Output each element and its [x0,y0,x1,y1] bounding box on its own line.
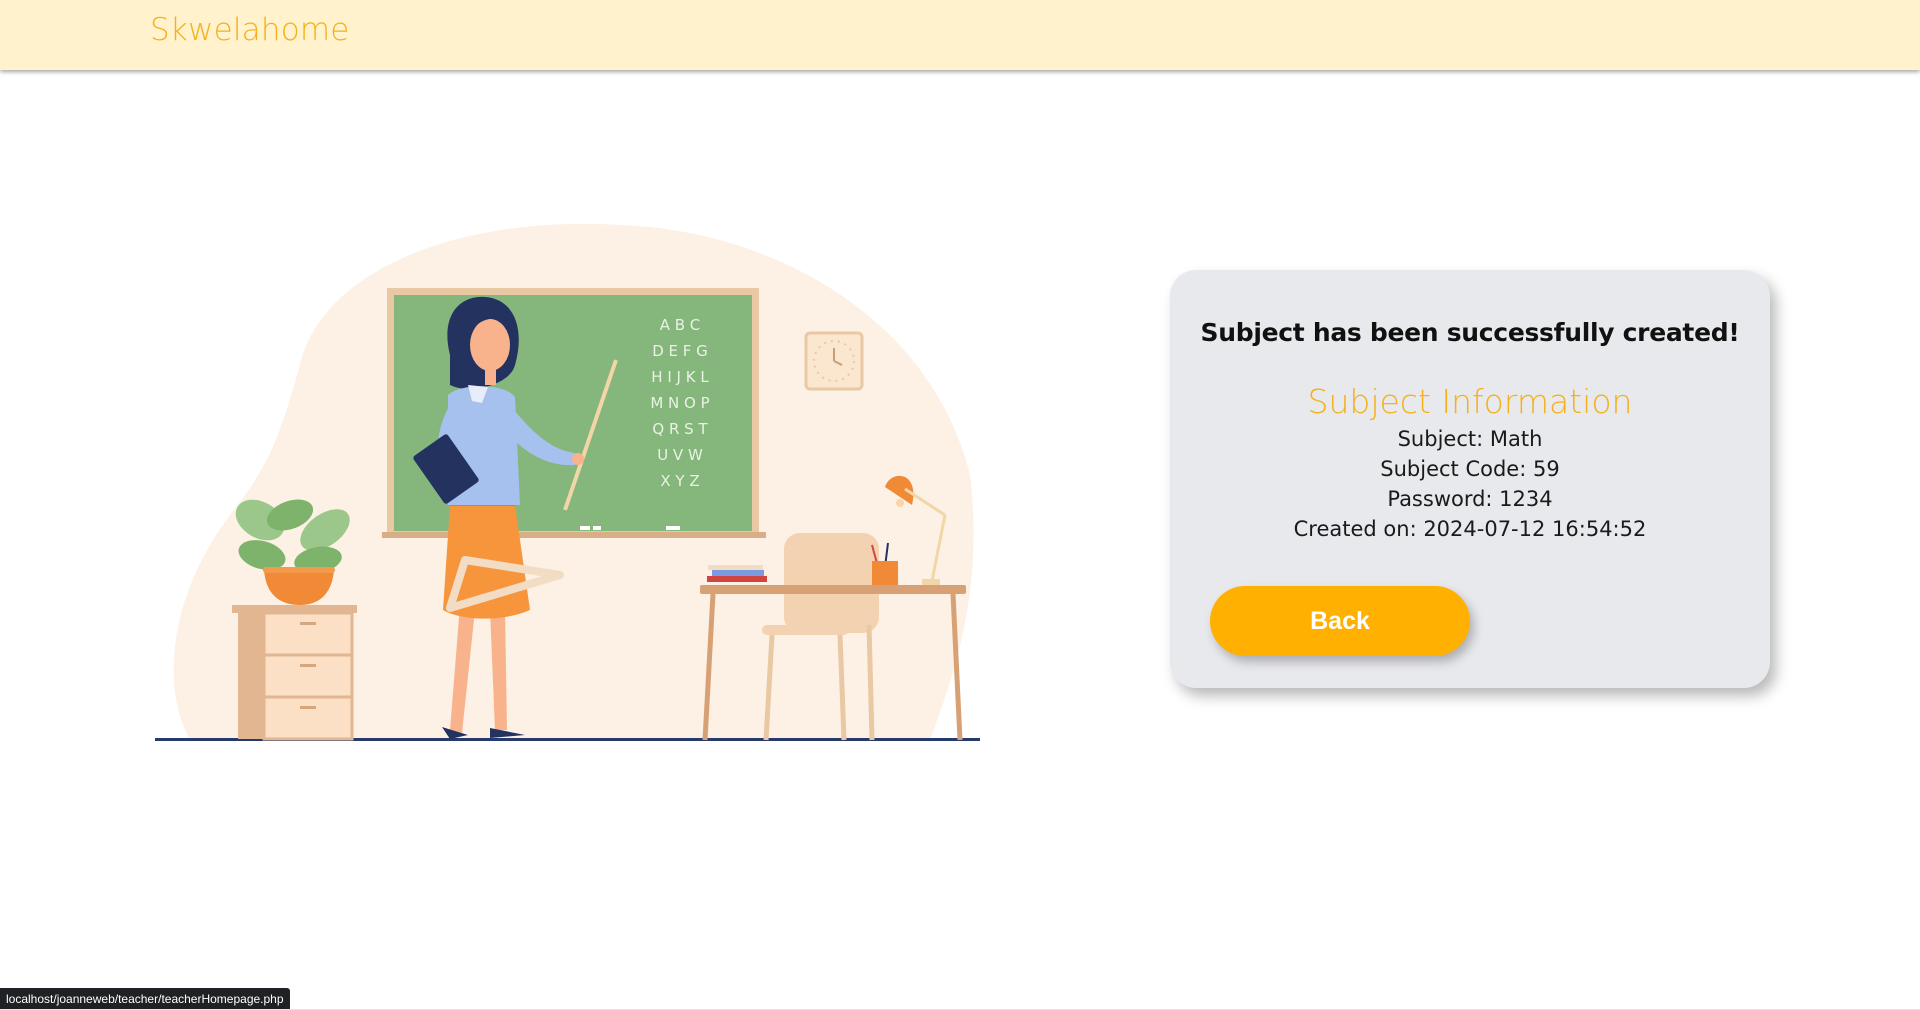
chalkboard-row: D E F G [652,342,708,360]
top-navbar: Skwelahome [0,0,1920,70]
brand-logo[interactable]: Skwelahome [150,12,350,48]
chalkboard-row: Q R S T [652,420,708,438]
chalkboard-row: A B C [660,316,701,334]
chalkboard-ledge [382,532,766,538]
teacher-illustration: A B C D E F G H I J K L M N O P Q R S T … [155,223,980,741]
status-bar-url: localhost/joanneweb/teacher/teacherHomep… [0,988,290,1010]
wall-clock-icon [804,331,864,391]
chalkboard-row: X Y Z [660,472,699,490]
subject-password: Password: 1234 [1387,487,1553,511]
books-icon [707,565,767,582]
subject-name: Subject: Math [1397,427,1543,451]
chalkboard-row: H I J K L [651,368,709,386]
subject-information-heading: Subject Information [1307,382,1633,421]
success-message: Subject has been successfully created! [1200,318,1740,347]
created-on: Created on: 2024-07-12 16:54:52 [1293,517,1647,541]
chalkboard-row: M N O P [650,394,709,412]
back-button[interactable]: Back [1210,586,1470,656]
chalkboard-row: U V W [657,446,703,464]
chalkboard-letters: A B C D E F G H I J K L M N O P Q R S T … [650,316,709,490]
subject-code: Subject Code: 59 [1380,457,1560,481]
cabinet [232,605,357,741]
subject-info-card: Subject has been successfully created! S… [1170,270,1770,688]
